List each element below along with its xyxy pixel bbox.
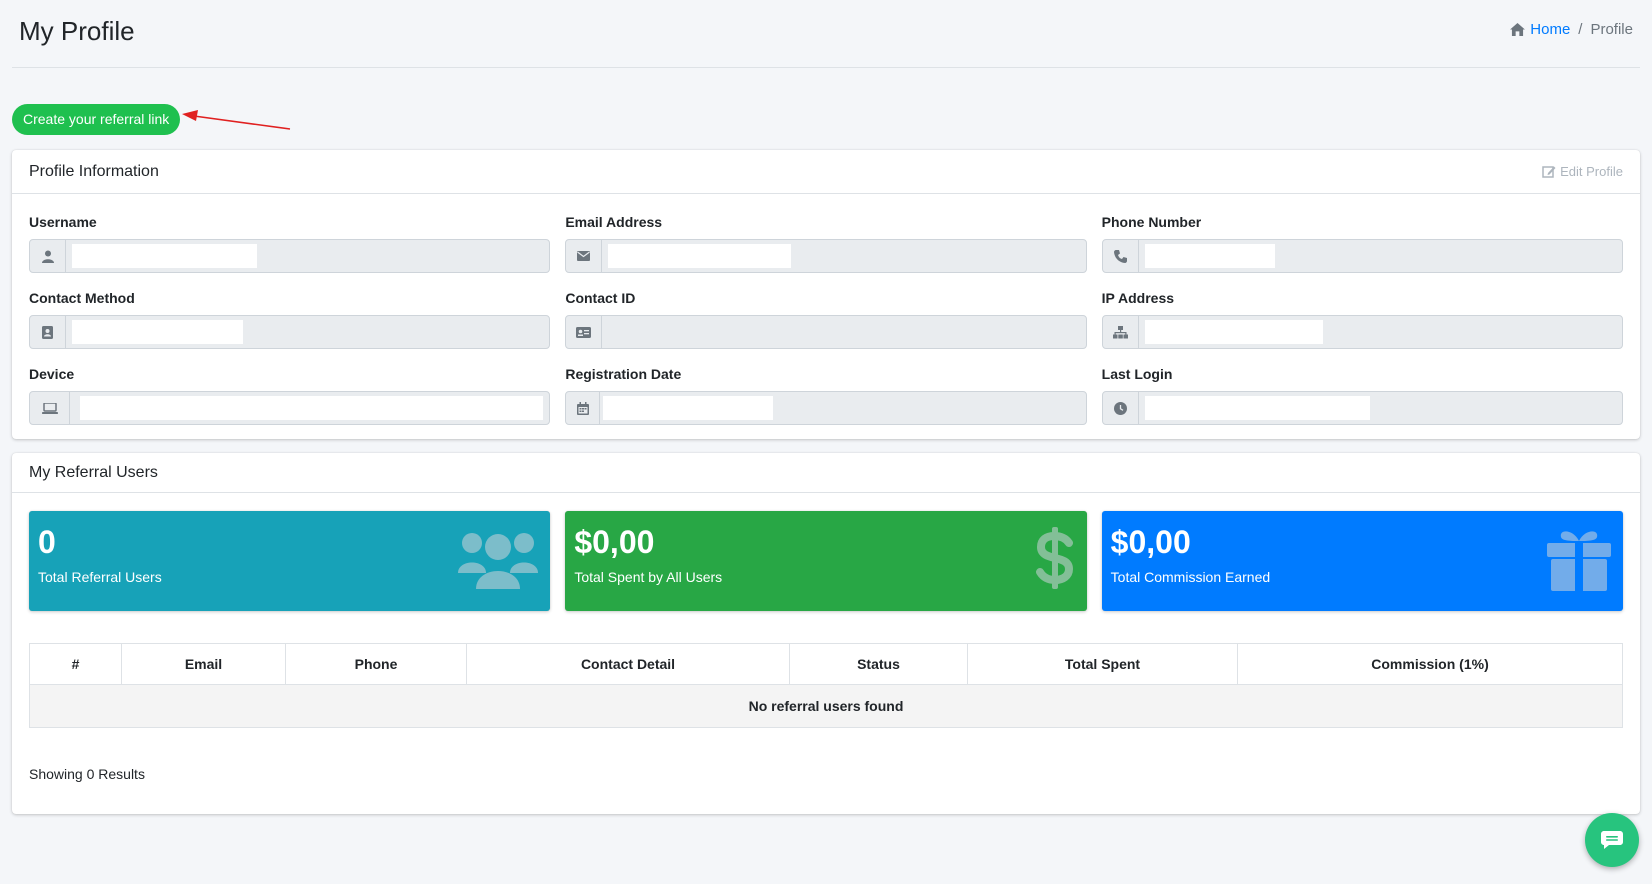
phone-field: Phone Number [1101,214,1623,273]
device-field: Device [29,366,551,425]
email-input-group [565,239,1087,273]
total-commission-label: Total Commission Earned [1110,569,1271,586]
contact-method-value-redacted [72,320,243,344]
contact-method-label: Contact Method [29,290,135,306]
create-referral-link-button[interactable]: Create your referral link [12,104,181,135]
email-value-redacted [608,244,792,268]
ip-address-label: IP Address [1101,290,1175,306]
registration-date-value-redacted [603,396,774,420]
address-book-icon [30,316,66,348]
column-header-commission[interactable]: Commission (1%) [1237,643,1623,685]
id-card-icon [566,316,603,348]
ip-address-field: IP Address [1101,290,1623,349]
total-spent-box: $0,00 Total Spent by All Users [565,511,1087,611]
empty-table-message: No referral users found [29,684,1623,728]
breadcrumb-home-link[interactable]: Home [1510,21,1570,38]
username-value-redacted [72,244,257,268]
content-header: My Profile Home / Profile [12,0,1640,68]
username-label: Username [29,214,97,230]
contact-id-input-group [565,315,1087,349]
table-row: No referral users found [29,684,1623,728]
page-title: My Profile [19,16,135,46]
device-value-redacted [80,396,544,420]
total-spent-label: Total Spent by All Users [574,569,723,586]
edit-icon [1542,166,1556,178]
breadcrumb-separator: / [1578,21,1583,38]
profile-card-title: Profile Information [29,162,159,180]
profile-card-header: Profile Information Edit Profile [12,150,1640,194]
referral-users-table: # Email Phone Contact Detail Status Tota… [29,643,1623,728]
envelope-icon [566,240,603,272]
referral-users-card: My Referral Users 0 Total Referral Users… [12,453,1640,814]
edit-profile-button[interactable]: Edit Profile [1542,164,1623,179]
clock-icon [1103,392,1139,424]
gift-icon [1546,531,1611,591]
arrow-annotation-icon [182,110,291,130]
laptop-icon [30,392,70,424]
total-commission-box: $0,00 Total Commission Earned [1101,511,1623,611]
results-count: Showing 0 Results [29,766,145,782]
last-login-value-redacted [1144,396,1370,420]
registration-date-field: Registration Date [565,366,1087,425]
ip-address-value-redacted [1144,320,1323,344]
column-header-number[interactable]: # [29,643,122,685]
email-label: Email Address [565,214,663,230]
contact-id-field: Contact ID [565,290,1087,349]
phone-input-group [1101,239,1623,273]
total-referral-users-box: 0 Total Referral Users [29,511,551,611]
phone-label: Phone Number [1101,214,1202,230]
table-header-row: # Email Phone Contact Detail Status Tota… [29,643,1623,685]
total-spent-value: $0,00 [574,524,655,560]
profile-information-card: Profile Information Edit Profile Usernam… [12,150,1640,439]
device-input-group [29,391,551,425]
email-field: Email Address [565,214,1087,273]
referral-card-header: My Referral Users [12,453,1640,493]
ip-address-input-group [1101,315,1623,349]
device-label: Device [29,366,75,382]
last-login-input-group [1101,391,1623,425]
username-input-group [29,239,551,273]
column-header-phone[interactable]: Phone [285,643,467,685]
contact-id-label: Contact ID [565,290,636,306]
phone-value-redacted [1144,244,1275,268]
username-field: Username [29,214,551,273]
edit-profile-label[interactable]: Edit Profile [1560,164,1623,179]
total-commission-value: $0,00 [1110,524,1191,560]
registration-date-label: Registration Date [565,366,682,382]
home-icon [1510,23,1526,36]
last-login-field: Last Login [1101,366,1623,425]
breadcrumb: Home / Profile [1510,21,1633,38]
contact-method-input-group [29,315,551,349]
phone-icon [1103,240,1139,272]
column-header-contact-detail[interactable]: Contact Detail [466,643,790,685]
column-header-email[interactable]: Email [121,643,286,685]
chat-icon [1601,831,1623,849]
users-icon [458,533,539,589]
contact-method-field: Contact Method [29,290,551,349]
last-login-label: Last Login [1101,366,1173,382]
user-icon [30,240,66,272]
breadcrumb-home-label[interactable]: Home [1530,21,1570,38]
referral-stats: 0 Total Referral Users $0,00 Total Spent… [12,493,1640,611]
chat-button[interactable] [1585,813,1639,867]
column-header-status[interactable]: Status [789,643,968,685]
column-header-total-spent[interactable]: Total Spent [967,643,1238,685]
dollar-icon [1035,527,1073,589]
profile-fields: Username Email Address Phone Number Cont… [12,194,1640,439]
calendar-icon [566,392,601,424]
page: My Profile Home / Profile Create your re… [0,0,1652,884]
referral-card-title: My Referral Users [29,463,158,481]
referral-table-wrapper: # Email Phone Contact Detail Status Tota… [12,611,1640,728]
registration-date-input-group [565,391,1087,425]
network-icon [1103,316,1139,348]
breadcrumb-current: Profile [1590,21,1633,38]
